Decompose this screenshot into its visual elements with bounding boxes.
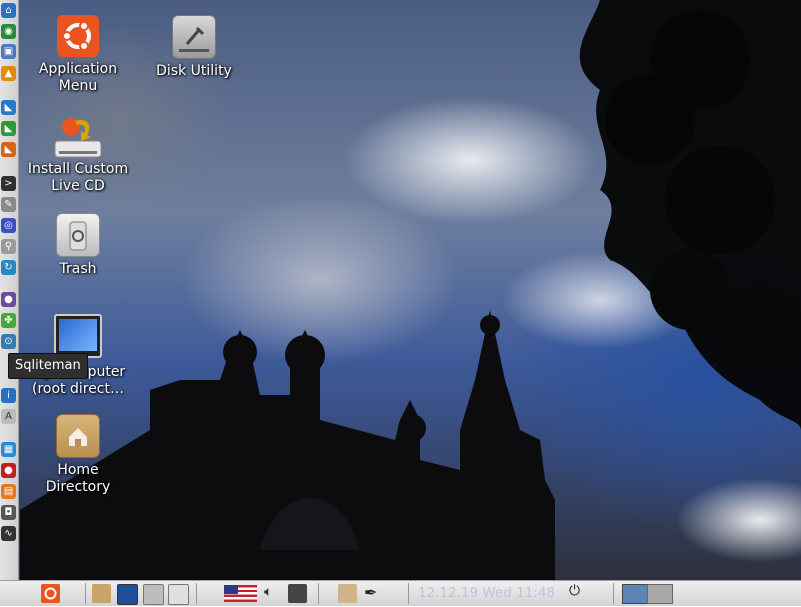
left-launcher: ⌂ ◉ ▣ ▲ ◣ ◣ ◣ > ✎ ◎ ⚲ ↻ ● ✤ ⊙ i A ▦ ● ▤ … xyxy=(0,0,19,580)
search-icon[interactable]: ⚲ xyxy=(1,239,16,254)
desktop-icon-label: Application Menu xyxy=(38,61,118,94)
desktop-icon-home-directory[interactable]: Home Directory xyxy=(28,414,128,496)
calc-icon[interactable]: ◣ xyxy=(1,121,16,136)
volume-icon[interactable]: 🔈︎ xyxy=(264,584,272,600)
panel-separator xyxy=(196,583,197,604)
info-icon[interactable]: i xyxy=(1,388,16,403)
globe-icon[interactable]: ◉ xyxy=(1,24,16,39)
gallery-icon[interactable]: ▦ xyxy=(1,442,16,457)
desktop-icon-disk-utility[interactable]: Disk Utility xyxy=(148,15,240,80)
desktop-icon-trash[interactable]: Trash xyxy=(28,213,128,278)
monitor-icon[interactable]: ∿ xyxy=(1,526,16,541)
computer-panel-icon[interactable] xyxy=(117,584,138,605)
desktop-icon-label: Install Custom Live CD xyxy=(27,161,129,194)
desktop-icon-application-menu[interactable]: Application Menu xyxy=(28,15,128,95)
network-panel-icon[interactable] xyxy=(288,584,307,603)
home-folder-panel-icon[interactable] xyxy=(92,584,111,603)
panel-clock[interactable]: 12.12.19 Wed 11:48 xyxy=(418,584,555,602)
font-icon[interactable]: A xyxy=(1,409,16,424)
pen-icon[interactable]: ✒︎ xyxy=(364,583,377,602)
record-icon[interactable]: ● xyxy=(1,463,16,478)
home-icon[interactable]: ⌂ xyxy=(1,3,16,18)
desktop-icon-label: Home Directory xyxy=(45,462,111,495)
text-editor-icon[interactable]: ✎ xyxy=(1,197,16,212)
panel-separator xyxy=(408,583,409,604)
camera-icon[interactable]: ◘ xyxy=(1,505,16,520)
vlc-icon[interactable]: ▲ xyxy=(1,66,16,81)
trash-panel-icon[interactable] xyxy=(168,584,189,605)
writer-icon[interactable]: ◣ xyxy=(1,100,16,115)
workspace-2[interactable] xyxy=(647,584,673,604)
us-flag-icon[interactable] xyxy=(224,585,257,602)
computer-icon xyxy=(54,314,102,358)
workspace-1[interactable] xyxy=(622,584,648,604)
impress-icon[interactable]: ◣ xyxy=(1,142,16,157)
trash-icon xyxy=(56,213,100,257)
installer-icon xyxy=(53,115,103,161)
launcher-tooltip: Sqliteman xyxy=(8,353,88,379)
sync-icon[interactable]: ↻ xyxy=(1,260,16,275)
browser-icon[interactable]: ◎ xyxy=(1,218,16,233)
disk-utility-panel-icon[interactable] xyxy=(143,584,164,605)
panel-separator xyxy=(318,583,319,604)
bottom-panel: 🔈︎ ✒︎ 12.12.19 Wed 11:48 ⏻ xyxy=(0,580,801,606)
disk-utility-icon xyxy=(172,15,216,59)
terminal-icon[interactable]: > xyxy=(1,176,16,191)
panel-separator xyxy=(85,583,86,604)
home-folder-icon xyxy=(56,414,100,458)
grid-icon[interactable]: ▤ xyxy=(1,484,16,499)
panel-separator xyxy=(613,583,614,604)
desktop-icon-label: Trash xyxy=(59,261,97,277)
desktop-icon-label: Disk Utility xyxy=(156,63,232,79)
clipboard-icon[interactable] xyxy=(338,584,357,603)
ubuntu-logo-icon xyxy=(57,15,99,57)
network-icon[interactable]: ▣ xyxy=(1,44,16,59)
database-icon[interactable]: ⊙ xyxy=(1,334,16,349)
app-purple-icon[interactable]: ● xyxy=(1,292,16,307)
desktop-icon-install-custom-live-cd[interactable]: Install Custom Live CD xyxy=(24,115,132,195)
puzzle-icon[interactable]: ✤ xyxy=(1,313,16,328)
power-icon[interactable]: ⏻ xyxy=(569,583,580,599)
ubuntu-menu-icon[interactable] xyxy=(41,584,60,603)
